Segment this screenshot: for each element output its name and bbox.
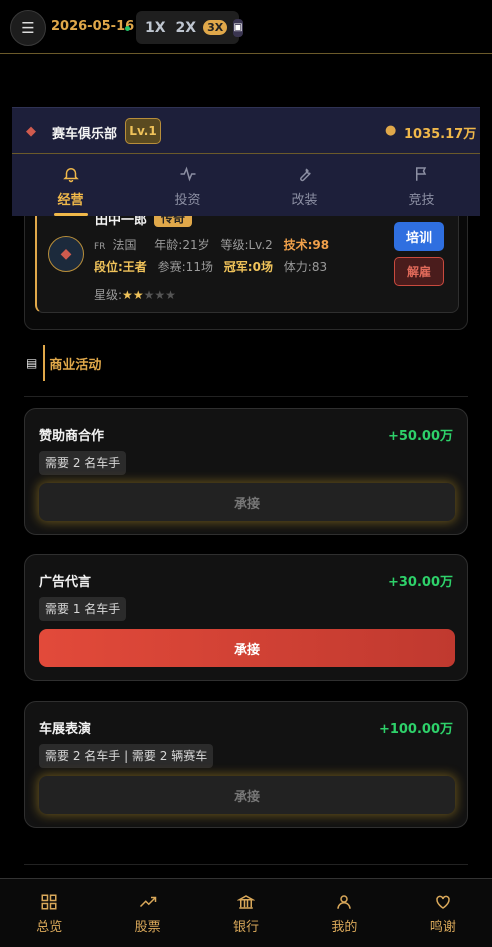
bottom-nav: 总览 股票 银行 我的 鸣谢: [0, 878, 492, 947]
bank-icon: [237, 895, 256, 909]
active-tab-indicator: [54, 213, 88, 216]
driver-races: 参赛:11场: [157, 260, 213, 274]
club-level-badge: Lv.1: [125, 118, 161, 144]
nav-overview[interactable]: 总览: [0, 879, 98, 947]
trending-up-icon: [139, 896, 156, 908]
clipboard-icon: ▤: [26, 356, 38, 370]
stars-label: 星级:: [94, 288, 123, 302]
tab-label: 竞技: [408, 193, 435, 208]
activity-requirement: 需要 1 名车手: [39, 597, 127, 621]
activity-reward: +50.00万: [387, 429, 453, 444]
menu-button[interactable]: ☰: [10, 10, 46, 46]
activity-card: 赞助商合作 +50.00万 需要 2 名车手 承接: [24, 408, 468, 535]
activity-reward: +100.00万: [378, 722, 453, 737]
nav-profile[interactable]: 我的: [295, 879, 393, 947]
driver-stars: 星级:★★★★★: [94, 286, 176, 303]
section-accent-bar: [43, 345, 46, 381]
driver-age: 年龄:21岁: [154, 238, 210, 252]
activity-icon: [180, 166, 195, 182]
divider: [24, 396, 468, 397]
driver-info-row-1: FR 法国 年龄:21岁 等级:Lv.2 技术:98: [94, 236, 336, 253]
section-title: 商业活动: [49, 357, 102, 373]
nav-label: 银行: [233, 920, 260, 935]
club-money: 1035.17万: [404, 127, 477, 142]
star-empty-icon: ★: [154, 288, 166, 302]
driver-list-panel: 田中一郎 传奇 ◆ FR 法国 年龄:21岁 等级:Lv.2 技术:98 段位:王…: [24, 200, 468, 330]
driver-rank: 段位:王者: [94, 260, 147, 274]
flag-icon: [415, 167, 426, 181]
activity-title: 广告代言: [39, 575, 92, 590]
tab-investment[interactable]: 投资: [129, 155, 246, 217]
tab-modify[interactable]: 改装: [246, 155, 363, 217]
activity-requirement: 需要 2 名车手: [39, 451, 127, 475]
speed-2x-button[interactable]: 2X: [173, 20, 200, 36]
star-filled-icon: ★: [132, 288, 144, 302]
club-info-row: ◆ 赛车俱乐部 Lv.1 ● 1035.17万: [12, 108, 480, 154]
tab-competition[interactable]: 竞技: [363, 155, 480, 217]
star-empty-icon: ★: [165, 288, 176, 302]
speed-3x-button[interactable]: 3X: [203, 20, 228, 35]
status-dot-icon: [125, 26, 130, 31]
activity-card: 车展表演 +100.00万 需要 2 名车手 | 需要 2 辆赛车 承接: [24, 701, 468, 828]
accept-button[interactable]: 承接: [39, 776, 455, 814]
save-icon[interactable]: ▣: [233, 18, 243, 37]
heart-icon: [436, 895, 450, 909]
driver-stamina: 体力:83: [283, 260, 328, 274]
section-header: ▤ 商业活动: [26, 345, 101, 381]
game-date: 2026-05-16: [51, 19, 135, 34]
star-rating: ★★★★★: [122, 288, 176, 302]
top-status-bar: ☰ 2026-05-16 1X 2X 3X ▣: [0, 0, 492, 54]
driver-info-row-2: 段位:王者 参赛:11场 冠军:0场 体力:83: [94, 258, 334, 275]
flag-icon: FR: [94, 242, 106, 252]
nav-label: 股票: [134, 920, 161, 935]
activity-title: 赞助商合作: [39, 429, 105, 444]
tab-label: 经营: [57, 193, 84, 208]
driver-avatar: ◆: [48, 236, 84, 272]
tab-label: 改装: [291, 193, 318, 208]
divider: [24, 864, 468, 865]
grid-icon: [41, 894, 57, 910]
driver-champs: 冠军:0场: [223, 260, 273, 274]
nav-bank[interactable]: 银行: [197, 879, 295, 947]
nav-stocks[interactable]: 股票: [98, 879, 196, 947]
race-car-icon: ◆: [60, 246, 72, 262]
main-tabs: 经营 投资 改装 竞技: [12, 155, 480, 217]
star-empty-icon: ★: [143, 288, 155, 302]
wrench-icon: [299, 168, 311, 182]
speed-control: 1X 2X 3X ▣: [136, 11, 243, 44]
club-header: ◆ 赛车俱乐部 Lv.1 ● 1035.17万 经营 投资 改装 竞技: [12, 107, 480, 216]
hamburger-icon: ☰: [21, 19, 35, 37]
nav-credits[interactable]: 鸣谢: [394, 879, 492, 947]
train-button[interactable]: 培训: [394, 222, 444, 251]
driver-level: 等级:Lv.2: [220, 238, 273, 252]
user-icon: [337, 895, 352, 909]
nav-label: 总览: [36, 920, 63, 935]
activity-title: 车展表演: [39, 722, 92, 737]
driver-country: 法国: [112, 238, 137, 252]
fire-button[interactable]: 解雇: [394, 257, 444, 286]
accept-button[interactable]: 承接: [39, 483, 455, 521]
tab-label: 投资: [174, 193, 201, 208]
speed-1x-button[interactable]: 1X: [142, 20, 169, 36]
race-car-icon: ◆: [26, 124, 36, 139]
nav-label: 我的: [331, 920, 358, 935]
nav-label: 鸣谢: [429, 920, 456, 935]
driver-skill: 技术:98: [283, 238, 330, 252]
money-bag-icon: ●: [385, 123, 397, 138]
club-name: 赛车俱乐部: [52, 127, 118, 142]
activity-requirement: 需要 2 名车手 | 需要 2 辆赛车: [39, 744, 214, 768]
bell-icon: [62, 168, 79, 183]
activity-reward: +30.00万: [387, 575, 453, 590]
driver-card: 田中一郎 传奇 ◆ FR 法国 年龄:21岁 等级:Lv.2 技术:98 段位:王…: [35, 201, 459, 313]
star-filled-icon: ★: [122, 288, 133, 302]
accept-button[interactable]: 承接: [39, 629, 455, 667]
activity-card: 广告代言 +30.00万 需要 1 名车手 承接: [24, 554, 468, 681]
tab-operations[interactable]: 经营: [12, 155, 129, 217]
